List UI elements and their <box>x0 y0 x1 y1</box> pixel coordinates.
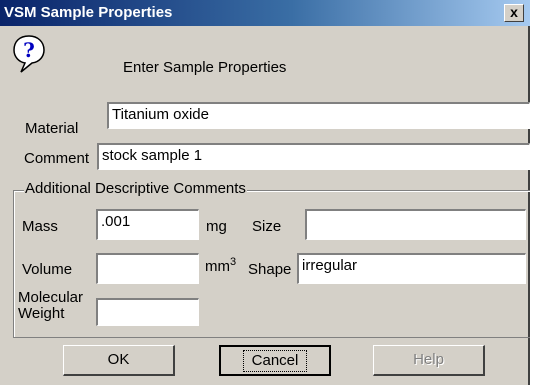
close-button[interactable]: x <box>504 4 524 22</box>
close-icon: x <box>510 4 518 20</box>
molecular-weight-label-line1: Molecular <box>18 289 84 306</box>
material-field[interactable]: Titanium oxide <box>107 102 530 129</box>
mass-label: Mass <box>22 218 58 235</box>
comment-label: Comment <box>24 150 90 167</box>
help-button[interactable]: Help <box>373 345 485 376</box>
volume-field[interactable] <box>96 253 199 284</box>
shape-label: Shape <box>248 261 292 278</box>
ok-button[interactable]: OK <box>63 345 175 376</box>
help-question-icon: ? <box>13 35 45 73</box>
volume-unit-exponent: 3 <box>230 256 237 268</box>
volume-unit: mm3 <box>205 256 236 275</box>
cancel-button[interactable]: Cancel <box>219 345 331 376</box>
shape-field[interactable]: irregular <box>297 253 526 284</box>
title-bar[interactable]: VSM Sample Properties x <box>0 0 530 26</box>
mass-unit: mg <box>206 218 227 235</box>
molecular-weight-field[interactable] <box>96 298 199 326</box>
comment-field[interactable]: stock sample 1 <box>97 143 530 170</box>
group-title: Additional Descriptive Comments <box>24 180 247 197</box>
size-label: Size <box>252 218 282 235</box>
volume-unit-base: mm <box>205 258 230 275</box>
volume-label: Volume <box>22 261 73 278</box>
size-field[interactable] <box>305 209 526 240</box>
svg-text:?: ? <box>23 38 35 62</box>
molecular-weight-label-line2: Weight <box>18 305 65 322</box>
vsm-sample-properties-dialog: VSM Sample Properties x ? Enter Sample P… <box>0 0 530 385</box>
prompt-text: Enter Sample Properties <box>123 59 287 76</box>
material-label: Material <box>25 120 79 137</box>
mass-field[interactable]: .001 <box>96 209 199 240</box>
molecular-weight-label: Molecular Weight <box>18 290 83 322</box>
cancel-button-label: Cancel <box>242 350 308 372</box>
window-title: VSM Sample Properties <box>4 4 173 21</box>
